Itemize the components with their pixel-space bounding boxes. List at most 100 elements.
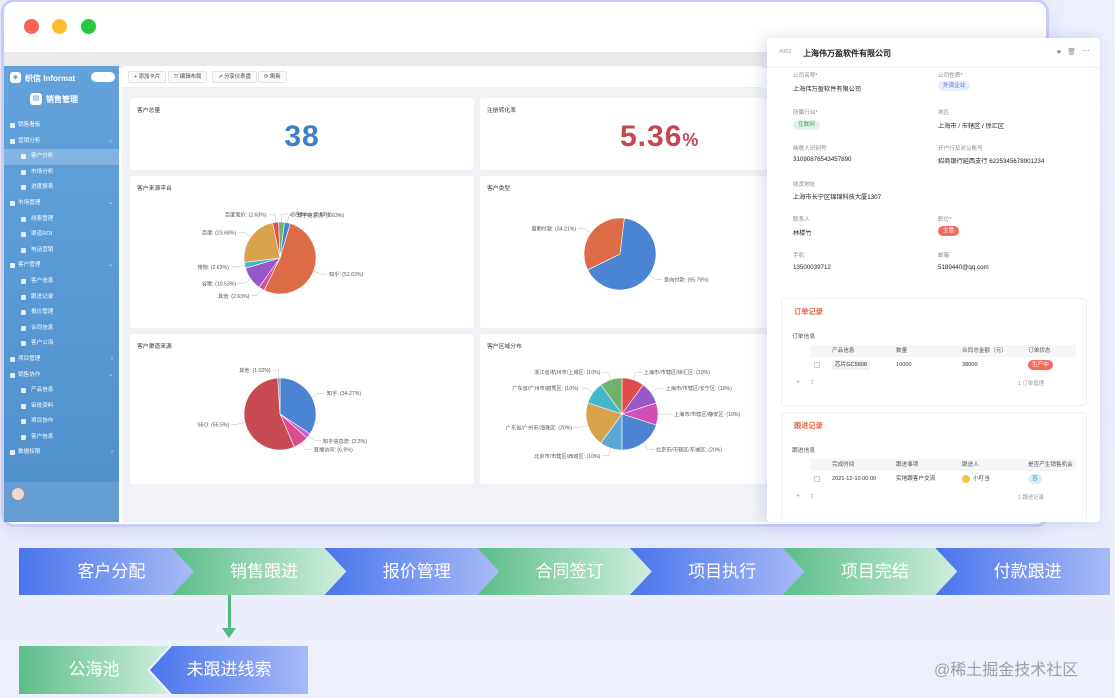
more-icon[interactable]: ⋯ (1082, 46, 1090, 55)
sidebar-item[interactable]: 客户信息 (4, 274, 119, 290)
product-cell[interactable]: 芯片GC5608 (832, 360, 871, 370)
add-row-icon[interactable]: + (796, 493, 800, 500)
company-name-field[interactable]: 上海伟万盈软件有限公司 (793, 84, 861, 93)
address-field[interactable]: 上海市长宁区锦锦科技大厦1307 (793, 192, 881, 201)
flow-step[interactable]: 项目完结 (783, 548, 958, 595)
follow-count[interactable]: 1 跟进记录 (1018, 493, 1044, 501)
order-status-tag[interactable]: 生产中 (1028, 360, 1053, 370)
sidebar-item[interactable]: 客户分析 (4, 149, 119, 165)
pie-slice-label: 直播访问: (6.9%) (314, 446, 353, 454)
card-region[interactable]: 客户区域分布 上海市/市辖区/徐汇区: (10%) 上海市/市辖区/长宁区: (1… (480, 334, 767, 484)
sidebar-item[interactable]: 线索管理 (4, 212, 119, 228)
record-id: #002 (779, 49, 792, 55)
sidebar-item-label: 审批资料 (31, 402, 54, 409)
order-count[interactable]: 1 订单管理 (1018, 379, 1044, 387)
sidebar-item-label: 市场管理 (18, 199, 41, 206)
nav-item-icon (21, 403, 26, 409)
user-avatars[interactable] (91, 72, 115, 82)
card-channel-source[interactable]: 客户渠道来源 知乎: (34.27%) 知乎信息流: (2.3%) 直播访问: (6… (130, 334, 474, 484)
sidebar-item-label: 跟进记录 (31, 293, 54, 300)
region-field[interactable]: 上海市 / 市辖区 / 徐汇区 (938, 121, 1004, 130)
sidebar-item[interactable]: 销售看板 (4, 118, 119, 134)
flow-step[interactable]: 客户分配 (19, 548, 194, 595)
sidebar-item[interactable]: 进度报表 (4, 180, 119, 196)
upload-icon[interactable]: ⇪ (810, 379, 815, 386)
sidebar-item-label: 客户公海 (31, 340, 54, 347)
delete-icon[interactable]: 🗑 (1067, 48, 1076, 56)
edit-layout-button[interactable]: ⤧ 编辑布局 (168, 71, 208, 83)
sidebar-item[interactable]: 客户公海 (4, 336, 119, 352)
sidebar-item-label: 报价管理 (31, 309, 54, 316)
sidebar-item[interactable]: 渠道ROI (4, 227, 119, 243)
star-icon[interactable]: ★ (1056, 48, 1062, 56)
sidebar-item[interactable]: 跟进记录 (4, 290, 119, 306)
nav-item-icon (10, 356, 15, 362)
sidebar-item[interactable]: 数据权限 › (4, 445, 119, 461)
flow-step[interactable]: 销售跟进 (172, 548, 347, 595)
nav-item-icon (21, 419, 26, 425)
sidebar-item[interactable]: 销售协作 ⌄ (4, 368, 119, 384)
col-status: 订单状态 (1028, 348, 1051, 354)
phone-field[interactable]: 13500039712 (793, 264, 831, 271)
sidebar-item[interactable]: 审批资料 (4, 399, 119, 415)
conversion-value: 5.36% (620, 120, 699, 154)
branch-step-unfollowed-leads[interactable]: 未跟进线索 (150, 646, 308, 694)
card-source-platform[interactable]: 客户来源平台 知乎: (52.63%) 其他: (2.63%) 谷歌: (10.53… (130, 176, 474, 328)
flow-step[interactable]: 合同签订 (477, 548, 652, 595)
sidebar-item[interactable]: 市场管理 ⌄ (4, 196, 119, 212)
flow-step[interactable]: 报价管理 (324, 548, 499, 595)
flow-step[interactable]: 项目执行 (630, 548, 805, 595)
sidebar-item[interactable]: 项目协作 (4, 414, 119, 430)
total-customers-value: 38 (284, 120, 320, 153)
chevron-icon: ⌄ (107, 199, 113, 206)
sidebar-item[interactable]: 客户信息 (4, 430, 119, 446)
sidebar-item[interactable]: 客户管理 ⌄ (4, 258, 119, 274)
opportunity-tag[interactable]: 否 (1028, 474, 1042, 484)
col-amount: 合同总金额（元） (962, 348, 1007, 354)
bank-field[interactable]: 招商银行延西支行 6225345678901234 (938, 156, 1044, 165)
pie-slice-label: 百度: (23.68%) (202, 228, 237, 236)
conversion-number: 5.36 (620, 120, 683, 153)
card-total-customers[interactable]: 客户总量 38 (130, 98, 474, 170)
card-conversion-rate[interactable]: 注册转化率 5.36% (480, 98, 767, 170)
branch-step-public-pool[interactable]: 公海池 (19, 646, 169, 694)
follow-table-row[interactable]: 2021-12-10 00:00 实地跟客户交流 小叮当 否 (810, 472, 1076, 486)
pie-label-line (238, 232, 251, 238)
sidebar-item[interactable]: 产品信息 (4, 383, 119, 399)
refresh-button[interactable]: ⟳ 刷新 (258, 71, 287, 83)
industry-label: 所属行业* (793, 110, 818, 116)
sidebar-item-label: 电话营销 (31, 246, 54, 253)
col-opportunity: 是否产生销售机会 (1028, 462, 1073, 468)
nav-item-icon (21, 169, 26, 175)
sidebar-item[interactable]: 合同信息 (4, 321, 119, 337)
nav-item-icon (21, 388, 26, 394)
add-row-icon[interactable]: + (796, 379, 800, 386)
contact-field[interactable]: 林楼竹 (793, 228, 812, 237)
row-checkbox[interactable] (814, 362, 820, 368)
close-dot[interactable] (24, 19, 39, 34)
industry-tag[interactable]: 互联网 (793, 120, 820, 130)
position-tag[interactable]: 主管 (938, 226, 960, 236)
email-field[interactable]: 5189440@qq.com (938, 264, 989, 271)
order-table-row[interactable]: 芯片GC5608 10000 38000 生产中 (810, 358, 1076, 372)
sidebar-item[interactable]: 报价管理 (4, 305, 119, 321)
sidebar-item-label: 销售看板 (18, 122, 41, 128)
minimize-dot[interactable] (52, 19, 67, 34)
pie-slice-label: 知乎信息流: (2.3%) (323, 437, 367, 445)
sidebar-item[interactable]: 营销分析 ⌄ (4, 134, 119, 150)
upload-icon[interactable]: ⇪ (810, 493, 815, 500)
sidebar-item-label: 销售协作 (18, 371, 41, 378)
flow-step[interactable]: 付款跟进 (935, 548, 1110, 595)
row-checkbox[interactable] (814, 476, 820, 482)
sidebar-item[interactable]: 项目管理 › (4, 352, 119, 368)
share-dashboard-button[interactable]: ↗ 分享仪表盘 (212, 71, 257, 83)
company-type-tag[interactable]: 外资企业 (938, 81, 971, 91)
maximize-dot[interactable] (81, 19, 96, 34)
user-avatar[interactable] (12, 488, 24, 500)
sidebar-item[interactable]: 电话营销 (4, 243, 119, 259)
pie-slice-label: 北京市/市辖区/东城区: (20%) (656, 446, 723, 454)
tax-id-field[interactable]: 310908765434578​90 (793, 156, 852, 163)
sidebar-item[interactable]: 市场分析 (4, 165, 119, 181)
add-card-button[interactable]: + 添加卡片 (128, 71, 167, 83)
card-customer-type[interactable]: 客户类型 意向付款: (65.79%) 周期付款: (34.21%) (480, 176, 767, 328)
